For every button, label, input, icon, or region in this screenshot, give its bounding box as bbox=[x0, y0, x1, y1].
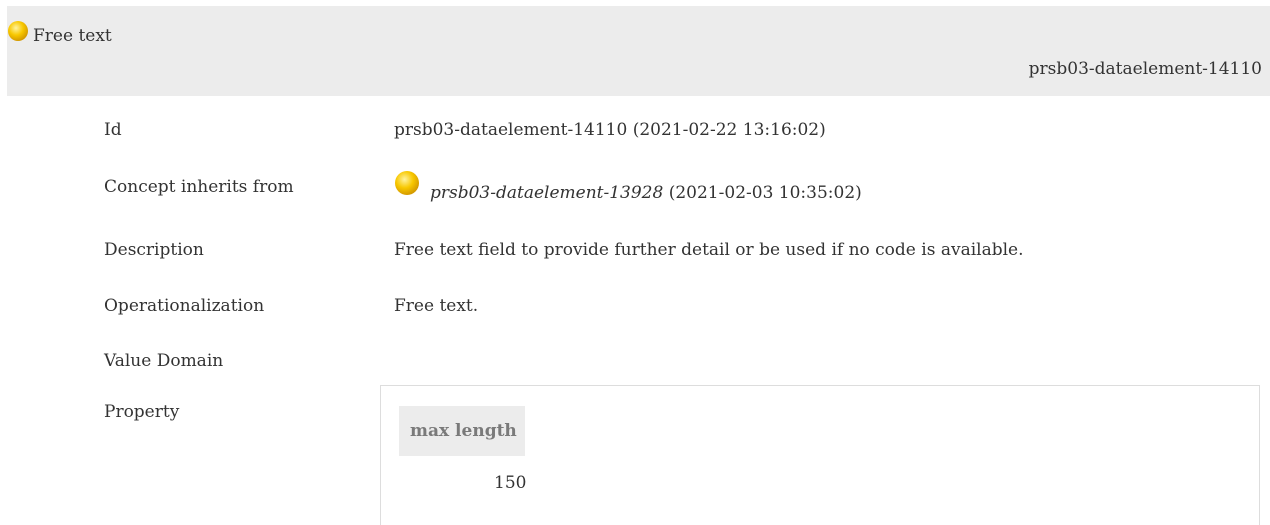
description-value: Free text field to provide further detai… bbox=[394, 240, 1024, 260]
id-label: Id bbox=[104, 120, 122, 140]
property-table: max length 150 bbox=[380, 385, 1260, 525]
property-column-header: max length bbox=[399, 406, 525, 456]
concept-id-header: prsb03-dataelement-14110 bbox=[1028, 59, 1262, 79]
max-length-header: max length bbox=[410, 421, 517, 441]
property-label: Property bbox=[104, 402, 180, 422]
description-label: Description bbox=[104, 240, 204, 260]
inherits-label: Concept inherits from bbox=[104, 177, 294, 197]
concept-title: Free text bbox=[33, 26, 112, 46]
id-value: prsb03-dataelement-14110 (2021-02-22 13:… bbox=[394, 120, 826, 140]
operationalization-label: Operationalization bbox=[104, 296, 265, 316]
inherits-ref-link[interactable]: prsb03-dataelement-13928 bbox=[430, 183, 663, 203]
max-length-value: 150 bbox=[494, 473, 527, 493]
concept-header: Free text prsb03-dataelement-14110 bbox=[7, 6, 1270, 96]
inherits-value: prsb03-dataelement-13928 (2021-02-03 10:… bbox=[430, 183, 862, 203]
inherits-date: (2021-02-03 10:35:02) bbox=[663, 183, 862, 203]
status-dot-icon bbox=[8, 21, 28, 41]
operationalization-value: Free text. bbox=[394, 296, 479, 316]
value-domain-label: Value Domain bbox=[104, 351, 224, 371]
inherits-status-dot-icon bbox=[395, 171, 419, 195]
